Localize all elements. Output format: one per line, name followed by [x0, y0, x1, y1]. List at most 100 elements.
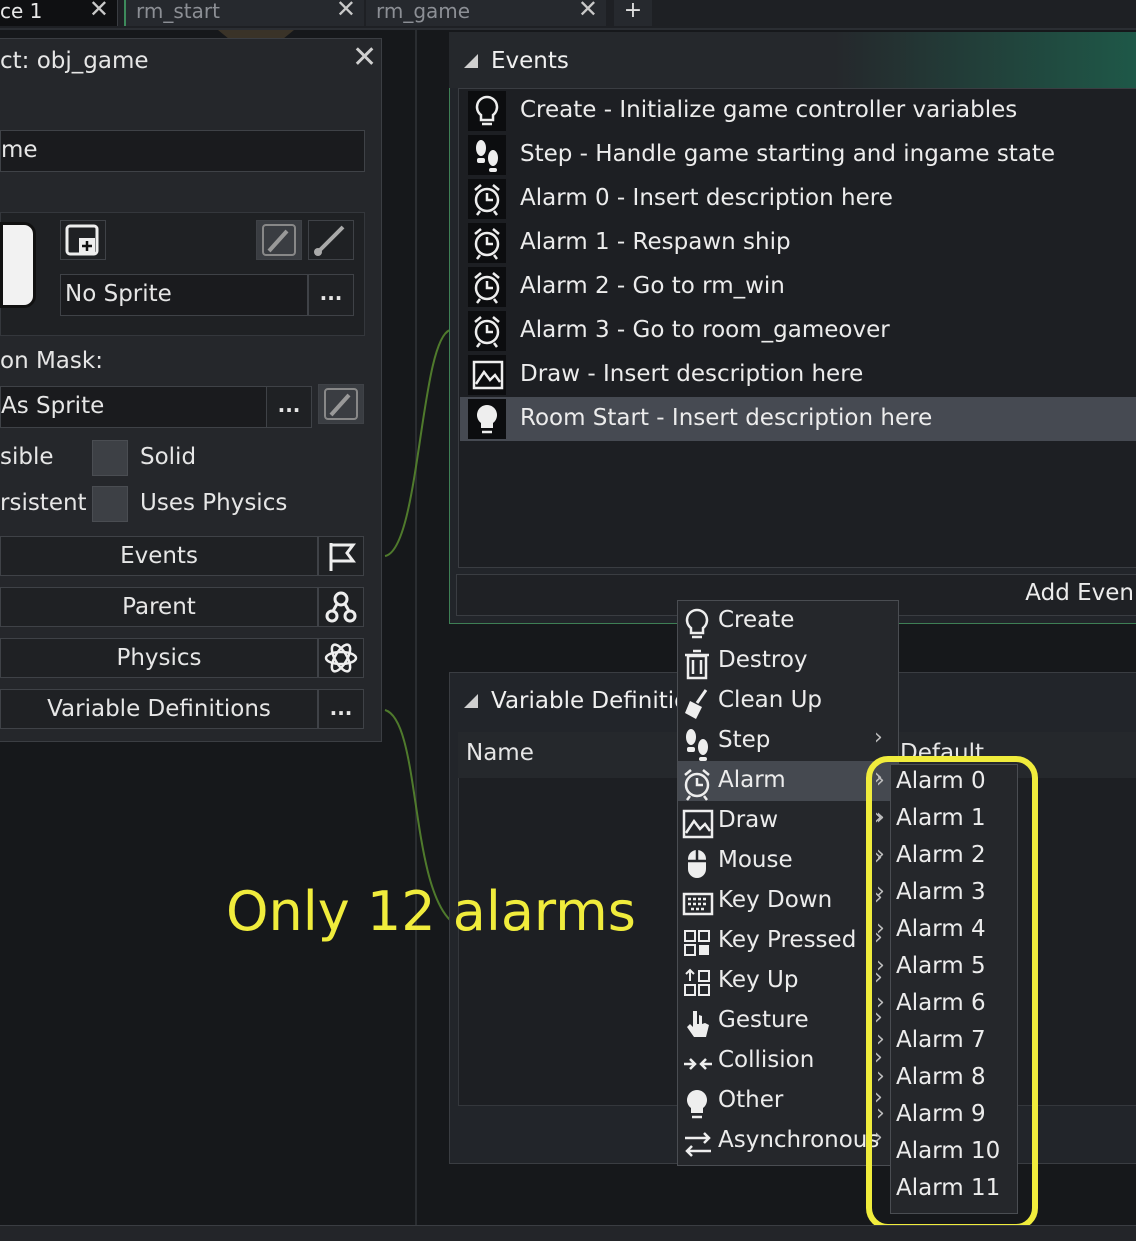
- edit-mask-button[interactable]: [318, 384, 364, 424]
- alarm-clock-icon: [468, 267, 506, 307]
- event-row[interactable]: Alarm 0 - Insert description here: [460, 177, 1136, 221]
- tab-rm-game[interactable]: rm_game ✕: [366, 0, 606, 26]
- event-label: Alarm 1 - Respawn ship: [520, 229, 791, 255]
- collision-mask-label: on Mask:: [0, 348, 103, 374]
- paint-button[interactable]: [308, 220, 354, 260]
- events-flag-button[interactable]: [318, 536, 364, 576]
- annotation-text: Only 12 alarms: [226, 880, 636, 943]
- menu-item-gesture[interactable]: Gesture ›: [678, 1001, 898, 1041]
- uses-physics-checkbox[interactable]: [92, 486, 128, 522]
- parent-icon-button[interactable]: [318, 587, 364, 627]
- key-pressed-icon: [682, 927, 712, 957]
- menu-item-key-up[interactable]: Key Up ›: [678, 961, 898, 1001]
- menu-item-clean-up[interactable]: Clean Up: [678, 681, 898, 721]
- event-row[interactable]: Alarm 3 - Go to room_gameover: [460, 309, 1136, 353]
- close-icon[interactable]: ✕: [336, 0, 356, 21]
- menu-item-step[interactable]: Step ›: [678, 721, 898, 761]
- mouse-icon: [682, 847, 712, 878]
- menu-item-label: Key Down: [718, 887, 833, 913]
- event-row[interactable]: Alarm 1 - Respawn ship: [460, 221, 1136, 265]
- menu-item-label: Gesture: [718, 1007, 809, 1033]
- variable-definitions-title: Variable Definitio: [491, 688, 689, 714]
- sprite-select[interactable]: No Sprite: [60, 274, 308, 316]
- menu-item-create[interactable]: Create: [678, 601, 898, 641]
- alarm-clock-icon: [468, 179, 506, 219]
- sprite-preview[interactable]: [0, 222, 36, 308]
- alarm-clock-icon: [682, 767, 712, 801]
- event-label: Create - Initialize game controller vari…: [520, 97, 1018, 123]
- paintbrush-icon: [314, 225, 345, 256]
- add-event-label: Add Even: [1025, 580, 1134, 606]
- swap-arrows-icon: [682, 1127, 712, 1157]
- menu-item-mouse[interactable]: Mouse ›: [678, 841, 898, 881]
- menu-item-asynchronous[interactable]: Asynchronous ›: [678, 1121, 898, 1161]
- tab-label: rm_start: [136, 0, 220, 23]
- tab-object[interactable]: ce 1 ✕: [0, 0, 118, 26]
- object-title: ct: obj_game: [0, 48, 149, 74]
- event-label: Step - Handle game starting and ingame s…: [520, 141, 1056, 167]
- menu-item-label: Other: [718, 1087, 784, 1113]
- menu-item-key-pressed[interactable]: Key Pressed ›: [678, 921, 898, 961]
- tab-rm-start[interactable]: rm_start ✕: [124, 0, 364, 26]
- mask-browse-button[interactable]: ...: [266, 386, 312, 428]
- events-panel-title: Events: [491, 48, 569, 74]
- name-column-header: Name: [466, 740, 534, 766]
- event-row[interactable]: Alarm 2 - Go to rm_win: [460, 265, 1136, 309]
- menu-item-label: Clean Up: [718, 687, 823, 713]
- alarm-clock-icon: [468, 223, 506, 263]
- new-sprite-button[interactable]: [60, 220, 106, 260]
- mask-select[interactable]: As Sprite: [0, 386, 268, 428]
- edit-sprite-button[interactable]: [256, 220, 302, 260]
- collapse-triangle-icon[interactable]: [464, 54, 478, 68]
- add-sprite-icon: [65, 224, 99, 256]
- visible-label: sible: [0, 444, 54, 470]
- menu-item-collision[interactable]: Collision ›: [678, 1041, 898, 1081]
- sprite-browse-button[interactable]: ...: [308, 274, 354, 316]
- physics-icon-button[interactable]: [318, 638, 364, 678]
- event-label: Room Start - Insert description here: [520, 405, 933, 431]
- event-row[interactable]: Draw - Insert description here: [460, 353, 1136, 397]
- parent-button[interactable]: Parent: [0, 587, 318, 627]
- name-field[interactable]: me: [0, 130, 365, 172]
- uses-physics-label: Uses Physics: [140, 490, 288, 516]
- footsteps-icon: [682, 727, 712, 761]
- close-icon[interactable]: ✕: [352, 40, 377, 75]
- menu-item-destroy[interactable]: Destroy: [678, 641, 898, 681]
- footsteps-icon: [468, 135, 506, 175]
- broom-icon: [682, 687, 712, 719]
- menu-item-other[interactable]: Other ›: [678, 1081, 898, 1121]
- lightbulb-filled-icon: [468, 399, 506, 439]
- event-row[interactable]: Step - Handle game starting and ingame s…: [460, 133, 1136, 177]
- physics-button[interactable]: Physics: [0, 638, 318, 678]
- tab-label: ce 1: [0, 0, 43, 23]
- collapse-triangle-icon[interactable]: [464, 694, 478, 708]
- close-icon[interactable]: ✕: [578, 0, 598, 21]
- menu-item-label: Key Pressed: [718, 927, 857, 953]
- connection-lines: [384, 329, 451, 921]
- add-tab-button[interactable]: +: [614, 0, 652, 26]
- solid-checkbox[interactable]: [92, 440, 128, 476]
- keyboard-icon: [682, 887, 714, 917]
- menu-item-key-down[interactable]: Key Down ›: [678, 881, 898, 921]
- events-button[interactable]: Events: [0, 536, 318, 576]
- lightbulb-filled-icon: [682, 1087, 712, 1119]
- event-label: Alarm 3 - Go to room_gameover: [520, 317, 890, 343]
- event-row[interactable]: Create - Initialize game controller vari…: [460, 89, 1136, 133]
- variable-definitions-button[interactable]: Variable Definitions: [0, 689, 318, 729]
- menu-item-alarm[interactable]: Alarm ›: [678, 761, 898, 801]
- alarm-clock-icon: [468, 311, 506, 351]
- key-up-icon: [682, 967, 712, 997]
- lightbulb-icon: [468, 91, 506, 131]
- tab-label: rm_game: [376, 0, 471, 23]
- menu-item-label: Key Up: [718, 967, 799, 993]
- menu-item-label: Asynchronous: [718, 1127, 880, 1153]
- close-icon[interactable]: ✕: [89, 0, 109, 21]
- menu-item-label: Mouse: [718, 847, 793, 873]
- variable-definitions-more-button[interactable]: ...: [318, 689, 364, 729]
- chevron-right-icon: ›: [874, 725, 883, 750]
- tab-bar: ce 1 ✕ rm_start ✕ rm_game ✕ +: [0, 0, 1136, 30]
- menu-item-draw[interactable]: Draw ›: [678, 801, 898, 841]
- lightbulb-icon: [682, 607, 712, 639]
- paintbrush-icon: [262, 224, 296, 256]
- event-row[interactable]: Room Start - Insert description here: [460, 397, 1136, 441]
